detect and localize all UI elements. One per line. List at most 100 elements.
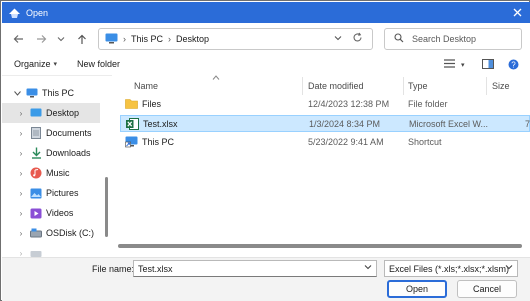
help-icon: ? [508,59,519,70]
sidebar-item-music[interactable]: › Music [2,163,100,183]
recent-locations-button[interactable] [54,32,68,46]
breadcrumb-this-pc[interactable]: This PC [131,34,163,44]
shortcut-icon [125,136,138,148]
sidebar-item-label: OSDisk (C:) [46,228,94,238]
file-list: Name Date modified Type Size Files 12/4/… [112,71,530,257]
file-name-panel: File name: Excel Files (*.xls;*.xlsx;*.x… [2,257,530,301]
back-button[interactable] [11,32,25,46]
file-type: File folder [408,99,448,109]
refresh-button[interactable] [352,32,363,46]
chevron-right-icon: › [19,228,23,238]
column-header-name[interactable]: Name [134,81,158,91]
column-header-size[interactable]: Size [492,81,510,91]
back-arrow-icon [13,35,23,43]
sidebar-scrollbar[interactable] [105,177,108,237]
sidebar-item-documents[interactable]: › Documents [2,123,100,143]
file-name-field[interactable] [138,263,358,274]
file-date: 1/3/2024 8:34 PM [309,119,381,129]
open-button[interactable]: Open [387,280,447,298]
file-size: 7 [525,119,530,129]
window-title: Open [26,7,49,18]
file-name-dropdown-button[interactable] [364,263,372,272]
close-button[interactable] [508,4,526,21]
documents-icon [30,127,42,139]
caret-down-icon: ▾ [461,62,465,69]
file-row-files[interactable]: Files 12/4/2023 12:38 PM File folder [120,96,530,113]
breadcrumb-separator-icon: › [168,34,172,44]
view-options-button[interactable] [444,59,455,71]
new-folder-button[interactable]: New folder [77,59,120,69]
chevron-right-icon: › [19,108,23,118]
svg-text:?: ? [511,60,516,69]
sidebar-item-videos[interactable]: › Videos [2,203,100,223]
file-name: Files [142,99,162,109]
organize-label: Organize [14,59,51,69]
chevron-right-icon: › [19,168,23,178]
breadcrumb-desktop[interactable]: Desktop [176,34,209,44]
sidebar-item-partial[interactable]: › [2,243,100,257]
sidebar-item-label: This PC [42,88,75,98]
chevron-right-icon: › [19,208,23,218]
up-arrow-icon [78,34,86,44]
music-icon [30,167,42,179]
up-button[interactable] [75,32,89,46]
column-divider[interactable] [302,77,303,95]
file-date: 5/23/2022 9:41 AM [308,137,384,147]
address-dropdown-button[interactable] [334,34,342,43]
search-icon [394,33,404,45]
file-type-value: Excel Files (*.xls;*.xlsx;*.xlsm) [389,263,510,274]
organize-button[interactable]: Organize ▾ [14,59,57,69]
chevron-right-icon: › [19,128,23,138]
column-header-type[interactable]: Type [408,81,428,91]
search-input[interactable] [412,34,512,44]
file-type-select[interactable]: Excel Files (*.xls;*.xlsx;*.xlsm) [384,260,518,277]
chevron-right-icon: › [19,148,23,158]
new-folder-label: New folder [77,59,121,69]
file-name-label: File name: [92,264,135,274]
file-row-this-pc[interactable]: This PC 5/23/2022 9:41 AM Shortcut [120,134,530,151]
sort-ascending-icon [212,73,220,82]
sidebar-item-label: Music [46,168,70,178]
sidebar-item-label: Desktop [46,108,80,118]
address-bar[interactable]: › This PC › Desktop [98,28,373,50]
column-divider[interactable] [486,77,487,95]
file-row-test-xlsx[interactable]: Test.xlsx 1/3/2024 8:34 PM Microsoft Exc… [120,115,530,132]
file-name: This PC [142,137,175,147]
sidebar-item-label: Videos [46,208,74,218]
sidebar-item-pictures[interactable]: › Pictures [2,183,100,203]
sidebar-item-desktop[interactable]: › Desktop [2,103,100,123]
chevron-down-icon [364,265,372,270]
cancel-button[interactable]: Cancel [457,280,517,298]
file-name: Test.xlsx [143,119,178,129]
drive-icon [30,247,42,257]
desktop-icon [30,107,42,119]
preview-pane-icon [482,59,494,69]
forward-button[interactable] [34,32,48,46]
pc-icon [26,87,38,99]
pictures-icon [30,187,42,199]
navigation-pane: This PC › Desktop › Documents › Download… [2,77,112,257]
refresh-icon [353,32,362,42]
column-header-date[interactable]: Date modified [308,81,364,91]
chevron-right-icon: › [19,248,23,258]
sidebar-item-label: Downloads [46,148,91,158]
sidebar-item-this-pc[interactable]: This PC [2,83,100,103]
column-divider[interactable] [403,77,404,95]
forward-arrow-icon [36,35,46,43]
navigation-bar: › This PC › Desktop [2,23,530,55]
view-dropdown-button[interactable]: ▾ [461,61,465,69]
chevron-down-icon [505,265,513,270]
folder-icon [125,98,138,110]
drive-icon [30,227,42,239]
file-list-horizontal-scrollbar[interactable] [118,244,522,248]
close-icon [513,8,521,17]
chevron-right-icon: › [19,188,23,198]
sidebar-item-downloads[interactable]: › Downloads [2,143,100,163]
chevron-down-icon [57,37,65,42]
sidebar-item-label: Pictures [46,188,79,198]
sidebar-item-osdisk[interactable]: › OSDisk (C:) [2,223,100,243]
file-name-combobox[interactable] [133,260,377,277]
search-box[interactable] [384,28,522,50]
file-type-dropdown-button[interactable] [505,263,513,272]
chevron-down-icon [12,90,22,96]
